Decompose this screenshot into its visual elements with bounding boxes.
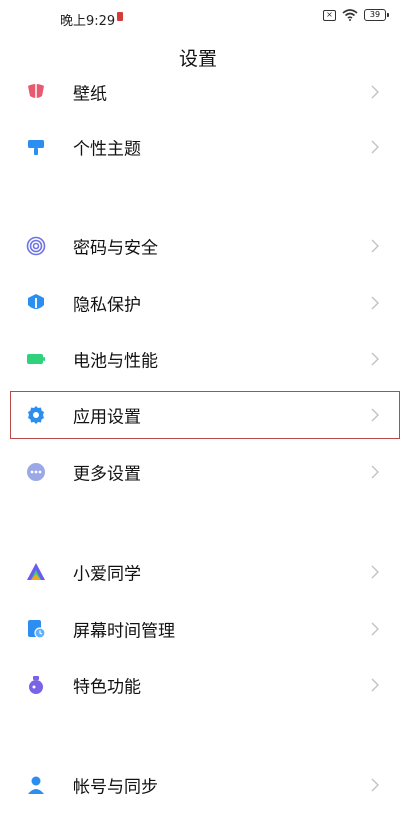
settings-item-label: 小爱同学 bbox=[73, 564, 141, 585]
chevron-right-icon bbox=[371, 140, 379, 154]
settings-item-theme[interactable]: 个性主题 bbox=[0, 119, 412, 175]
privacy-shield-icon bbox=[28, 294, 44, 309]
chevron-right-icon bbox=[371, 296, 379, 310]
settings-item-label: 壁纸 bbox=[73, 84, 107, 105]
settings-item-label: 屏幕时间管理 bbox=[73, 621, 175, 642]
chevron-right-icon bbox=[371, 778, 379, 792]
settings-item-features[interactable]: 特色功能 bbox=[0, 657, 412, 713]
battery-indicator: 39 bbox=[364, 9, 389, 21]
settings-item-wallpaper[interactable]: 壁纸 bbox=[0, 64, 412, 120]
settings-item-label: 特色功能 bbox=[73, 677, 141, 698]
no-sim-icon: × bbox=[323, 9, 336, 21]
chevron-right-icon bbox=[371, 239, 379, 253]
chevron-right-icon bbox=[371, 622, 379, 636]
wallpaper-icon bbox=[28, 84, 44, 98]
wifi-icon bbox=[342, 9, 358, 21]
status-icons: × 39 bbox=[323, 9, 389, 21]
battery-icon bbox=[27, 354, 45, 364]
settings-item-label: 密码与安全 bbox=[73, 238, 158, 259]
settings-item-password-security[interactable]: 密码与安全 bbox=[0, 218, 412, 274]
more-dots-icon bbox=[27, 463, 45, 481]
settings-item-screen-time[interactable]: 屏幕时间管理 bbox=[0, 601, 412, 657]
settings-item-label: 隐私保护 bbox=[73, 295, 141, 316]
settings-item-more-settings[interactable]: 更多设置 bbox=[0, 444, 412, 500]
highlight-box bbox=[10, 391, 400, 439]
account-user-icon bbox=[28, 776, 44, 794]
status-time: 晚上9:29 bbox=[60, 14, 116, 29]
chevron-right-icon bbox=[371, 565, 379, 579]
screen-time-icon bbox=[28, 620, 46, 639]
notification-icon bbox=[117, 12, 123, 21]
settings-item-label: 电池与性能 bbox=[73, 351, 158, 372]
chevron-right-icon bbox=[371, 465, 379, 479]
status-bar: 晚上9:29 × 39 bbox=[0, 0, 412, 38]
features-flask-icon bbox=[29, 676, 43, 694]
fingerprint-icon bbox=[26, 236, 46, 256]
settings-item-battery-performance[interactable]: 电池与性能 bbox=[0, 331, 412, 387]
settings-item-account-sync[interactable]: 帐号与同步 bbox=[0, 757, 412, 813]
theme-brush-icon bbox=[28, 140, 44, 155]
settings-item-xiaoai[interactable]: 小爱同学 bbox=[0, 544, 412, 600]
settings-item-privacy[interactable]: 隐私保护 bbox=[0, 275, 412, 331]
chevron-right-icon bbox=[371, 352, 379, 366]
chevron-right-icon bbox=[371, 85, 379, 99]
settings-item-label: 个性主题 bbox=[73, 139, 141, 160]
settings-item-label: 更多设置 bbox=[73, 464, 141, 485]
settings-item-label: 帐号与同步 bbox=[73, 777, 158, 798]
xiaoai-icon bbox=[27, 563, 45, 580]
chevron-right-icon bbox=[371, 678, 379, 692]
